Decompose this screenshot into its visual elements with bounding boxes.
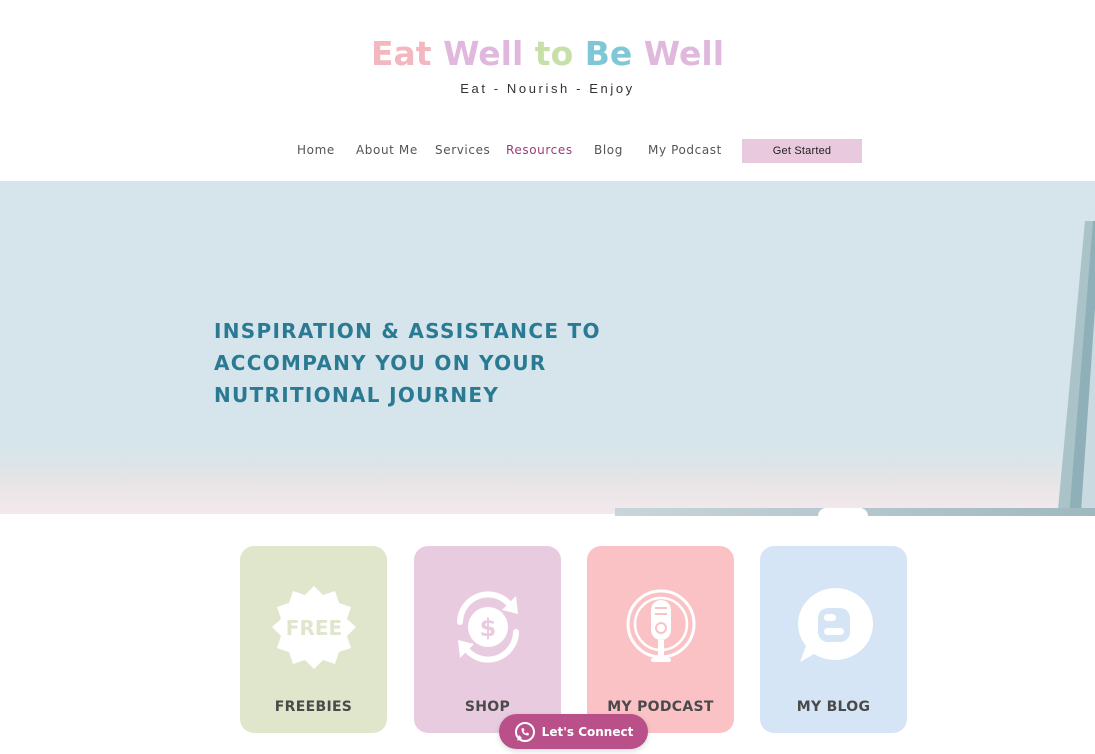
podcast-card[interactable]: MY PODCAST [587,546,734,733]
free-badge-text: FREE [286,616,342,640]
nav-item-my-podcast[interactable]: My Podcast [648,143,722,157]
site-tagline: Eat - Nourish - Enjoy [460,81,635,96]
logo-word: Be [584,34,633,73]
hero-headline: INSPIRATION & ASSISTANCE TO ACCOMPANY YO… [214,319,601,407]
site-logo[interactable]: Eat Well to Be Well [0,34,1095,73]
logo-word: Well [643,34,725,73]
hero-notch [818,508,868,516]
card-label: SHOP [464,699,511,715]
microphone-icon [626,589,696,662]
dollar-cycle-icon: $ [457,591,519,663]
card-label: FREEBIES [274,699,353,715]
logo-word: to [534,34,574,73]
shop-card[interactable]: $ SHOP [414,546,561,733]
nav-item-blog[interactable]: Blog [594,143,623,157]
lets-connect-button[interactable]: Let's Connect [499,714,648,749]
nav-item-services[interactable]: Services [435,143,490,157]
nav-item-resources[interactable]: Resources [506,143,573,157]
get-started-button[interactable]: Get Started [742,139,862,163]
laptop-image [1057,221,1095,514]
card-label: MY BLOG [796,699,871,715]
freebies-card[interactable]: FREE FREEBIES [240,546,387,733]
card-label: MY PODCAST [607,699,714,715]
blog-card[interactable]: MY BLOG [760,546,907,733]
blogger-icon [798,587,873,662]
whatsapp-icon [514,721,535,742]
hero-banner: INSPIRATION & ASSISTANCE TO ACCOMPANY YO… [0,181,1095,514]
logo-word: Well [443,34,524,73]
nav-item-home[interactable]: Home [297,143,335,157]
free-badge-icon: FREE [272,586,356,669]
svg-text:$: $ [480,614,497,642]
nav-item-about-me[interactable]: About Me [356,143,418,157]
main-nav: Home About Me Services Resources Blog My… [0,139,1095,163]
lets-connect-label: Let's Connect [541,724,634,739]
logo-word: Eat [370,34,432,73]
